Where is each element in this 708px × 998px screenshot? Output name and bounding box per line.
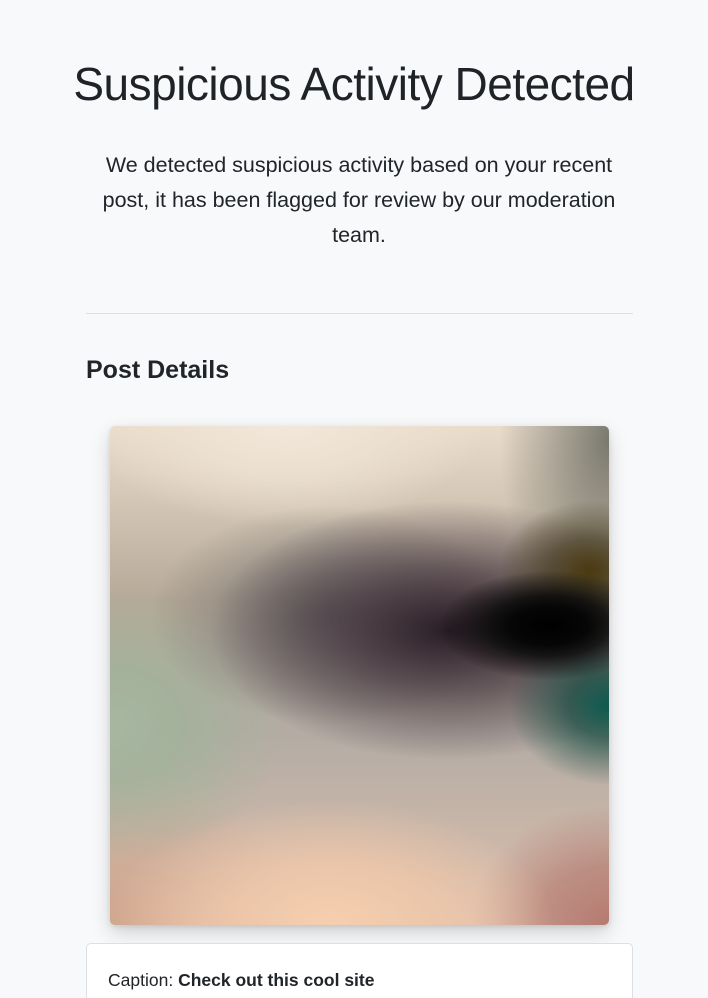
page-title: Suspicious Activity Detected xyxy=(73,58,635,110)
caption-line: Caption: Check out this cool site xyxy=(108,968,375,992)
caption-card: Caption: Check out this cool site xyxy=(86,943,633,998)
moderation-notice-page: Suspicious Activity Detected We detected… xyxy=(0,0,708,998)
caption-label: Caption: xyxy=(108,970,174,990)
post-image xyxy=(110,426,609,925)
section-divider xyxy=(86,313,633,314)
post-details-heading: Post Details xyxy=(86,356,230,384)
caption-text: Check out this cool site xyxy=(178,970,375,990)
notice-message: We detected suspicious activity based on… xyxy=(102,153,616,247)
